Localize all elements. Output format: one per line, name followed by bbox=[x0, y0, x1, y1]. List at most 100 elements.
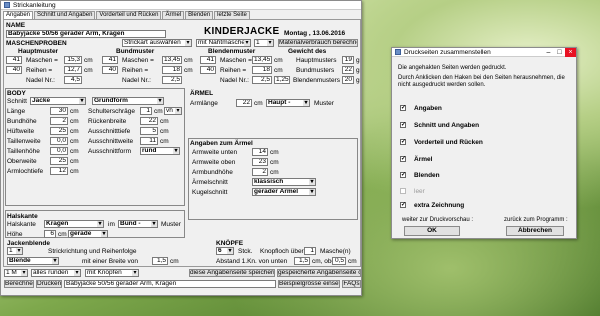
faqs-button[interactable]: FAQs bbox=[342, 280, 361, 288]
laenge-field[interactable]: 30 bbox=[50, 107, 68, 115]
tab-schnitt[interactable]: Schnitt und Angaben bbox=[34, 11, 96, 19]
abbrechen-button[interactable]: Abbrechen bbox=[506, 226, 564, 236]
knopfloch-field[interactable]: 1 bbox=[304, 247, 316, 255]
aermel-muster-dropdown[interactable]: Haupt - bbox=[266, 99, 310, 107]
kugelschnitt-dropdown[interactable]: gerader Ärmel bbox=[252, 188, 316, 196]
blendenmuster-nadel[interactable]: 2,5 bbox=[252, 76, 272, 84]
bundmuster-reihen[interactable]: 40 bbox=[102, 66, 118, 74]
tab-letzte-seite[interactable]: letzte Seite bbox=[214, 11, 250, 19]
hoehe-label: Höhe bbox=[7, 231, 23, 238]
checkbox-extra-zeichnung[interactable]: ✓ bbox=[400, 202, 406, 208]
bundmuster-reihen-cm[interactable]: 18 bbox=[162, 66, 182, 74]
im-label: im bbox=[108, 221, 115, 228]
minimize-icon[interactable]: – bbox=[543, 48, 554, 57]
schulterschraege-field[interactable]: 1 bbox=[140, 107, 152, 115]
armweite-unten-field[interactable]: 14 bbox=[252, 148, 268, 156]
hauptmuster-reihen-cm[interactable]: 12,7 bbox=[64, 66, 82, 74]
blende-dropdown[interactable]: Blende bbox=[7, 257, 59, 265]
drucken-button[interactable]: Drucken bbox=[36, 280, 62, 288]
nadel-label: Nadel Nr.: bbox=[220, 77, 249, 84]
nahtmasche-dropdown[interactable]: mit Nahtmasche bbox=[196, 39, 251, 47]
aermelschnitt-label: Ärmelschnitt bbox=[192, 179, 228, 186]
armlaenge-field[interactable]: 22 bbox=[236, 99, 252, 107]
oberweite-field[interactable]: 25 bbox=[50, 157, 68, 165]
abstand-oben-field[interactable]: 0,5 bbox=[332, 257, 346, 265]
oeffnen-button[interactable]: gespeicherte Angabenseite öffnen bbox=[277, 269, 361, 277]
checkbox-blenden[interactable]: ✓ bbox=[400, 172, 406, 178]
checkbox-schnitt[interactable]: ✓ bbox=[400, 122, 406, 128]
runden-dropdown[interactable]: alles runden bbox=[31, 269, 81, 277]
hauptmuster-maschen-cm[interactable]: 15,3 bbox=[64, 56, 82, 64]
breite-field[interactable]: 1,5 bbox=[152, 257, 168, 265]
main-window: Strickanleitung Angaben Schnitt und Anga… bbox=[0, 0, 362, 296]
gewicht-faktor[interactable]: 1,25 bbox=[274, 76, 290, 84]
hauptmuster-maschen[interactable]: 41 bbox=[6, 56, 22, 64]
armlochtiefe-field[interactable]: 12 bbox=[50, 167, 68, 175]
rueckenbreite-field[interactable]: 22 bbox=[140, 117, 158, 125]
status-field: Babyjacke 50/56 gerader Arm, Kragen bbox=[64, 280, 276, 288]
kragen-dropdown[interactable]: Kragen bbox=[44, 220, 104, 228]
blende-count-dropdown[interactable]: 1 bbox=[7, 247, 23, 255]
taillenweite-field[interactable]: 0,0 bbox=[50, 137, 68, 145]
gewicht-bund[interactable]: 22 bbox=[342, 66, 354, 74]
ausschnitttiefe-field[interactable]: 5 bbox=[140, 127, 158, 135]
tab-vorderteil[interactable]: Vorderteil und Rücken bbox=[96, 11, 162, 19]
armweite-oben-field[interactable]: 23 bbox=[252, 158, 268, 166]
nahtmasche-count-dropdown[interactable]: 1 bbox=[254, 39, 274, 47]
nadel-label: Nadel Nr.: bbox=[122, 77, 151, 84]
hauptmuster-nadel[interactable]: 4,5 bbox=[64, 76, 82, 84]
abstand-unten-field[interactable]: 1,5 bbox=[294, 257, 310, 265]
gewicht-title: Gewicht des bbox=[288, 48, 327, 55]
m-dropdown[interactable]: 1 M bbox=[4, 269, 28, 277]
speichern-button[interactable]: diese Angabenseite speichern bbox=[189, 269, 275, 277]
gewicht-blende[interactable]: 20 bbox=[342, 76, 354, 84]
bundhoehe-field[interactable]: 2 bbox=[50, 117, 68, 125]
schnitt-dropdown[interactable]: Jacke bbox=[30, 97, 86, 105]
tab-aermel[interactable]: Ärmel bbox=[162, 11, 185, 19]
berechnen-button[interactable]: Berechnen bbox=[4, 280, 34, 288]
strickrichtung-label: Strickrichtung und Reihenfolge bbox=[48, 248, 137, 255]
tab-angaben[interactable]: Angaben bbox=[3, 11, 34, 19]
aermelschnitt-dropdown[interactable]: klassisch bbox=[252, 178, 316, 186]
checkbox-aermel[interactable]: ✓ bbox=[400, 156, 406, 162]
taillenhoehe-field[interactable]: 0,0 bbox=[50, 147, 68, 155]
name-field[interactable]: Babyjacke 50/56 gerader Arm, Kragen bbox=[6, 30, 166, 38]
bundmuster-nadel[interactable]: 2,5 bbox=[162, 76, 182, 84]
halskante-muster-dropdown[interactable]: Bund - bbox=[118, 220, 158, 228]
tab-bar: Angaben Schnitt und Angaben Vorderteil u… bbox=[3, 11, 251, 19]
hoehe-field[interactable]: 6 bbox=[44, 230, 56, 238]
close-icon[interactable]: × bbox=[565, 47, 576, 57]
cm-unit: cm bbox=[84, 67, 93, 74]
blendenmuster-reihen-cm[interactable]: 18 bbox=[252, 66, 272, 74]
blendenmuster-maschen[interactable]: 41 bbox=[200, 56, 216, 64]
materialverbrauch-button[interactable]: Materialverbrauch berechnen bbox=[278, 39, 358, 47]
gewicht-haupt[interactable]: 19 bbox=[342, 56, 354, 64]
hueftweite-field[interactable]: 25 bbox=[50, 127, 68, 135]
grundform-dropdown[interactable]: Grundform bbox=[92, 97, 164, 105]
hauptmuster-title: Hauptmuster bbox=[18, 48, 59, 55]
zurueck-label: zurück zum Programm : bbox=[504, 217, 568, 223]
checkbox-angaben[interactable]: ✓ bbox=[400, 105, 406, 111]
hauptmuster-reihen[interactable]: 40 bbox=[6, 66, 22, 74]
armbundhoehe-field[interactable]: 2 bbox=[252, 168, 268, 176]
cm-unit: cm bbox=[70, 148, 79, 155]
cm-unit: cm bbox=[348, 258, 357, 265]
checkbox-vorderteil[interactable]: ✓ bbox=[400, 139, 406, 145]
blendenmuster-reihen[interactable]: 40 bbox=[200, 66, 216, 74]
blendenmuster-maschen-cm[interactable]: 13,45 bbox=[252, 56, 272, 64]
ok-button[interactable]: OK bbox=[404, 226, 460, 236]
ausschnittform-dropdown[interactable]: rund bbox=[140, 147, 180, 155]
vh-dropdown[interactable]: vh bbox=[164, 107, 182, 115]
knoepfen-dropdown[interactable]: mit Knöpfen bbox=[85, 269, 139, 277]
ausschnittweite-field[interactable]: 11 bbox=[140, 137, 158, 145]
maximize-icon[interactable]: □ bbox=[554, 48, 565, 57]
tab-blenden[interactable]: Blenden bbox=[185, 11, 214, 19]
knoepfe-count-dropdown[interactable]: 6 bbox=[216, 247, 234, 255]
bundmuster-maschen[interactable]: 41 bbox=[102, 56, 118, 64]
bundmuster-maschen-cm[interactable]: 13,45 bbox=[162, 56, 182, 64]
jackenblende-title: Jackenblende bbox=[7, 240, 50, 247]
strickart-dropdown[interactable]: Strickart auswählen bbox=[122, 39, 192, 47]
beispielgroesse-button[interactable]: Beispielgrösse einsetzen bbox=[278, 280, 340, 288]
cm-unit: cm bbox=[270, 149, 279, 156]
gerade-dropdown[interactable]: gerade bbox=[68, 230, 108, 238]
